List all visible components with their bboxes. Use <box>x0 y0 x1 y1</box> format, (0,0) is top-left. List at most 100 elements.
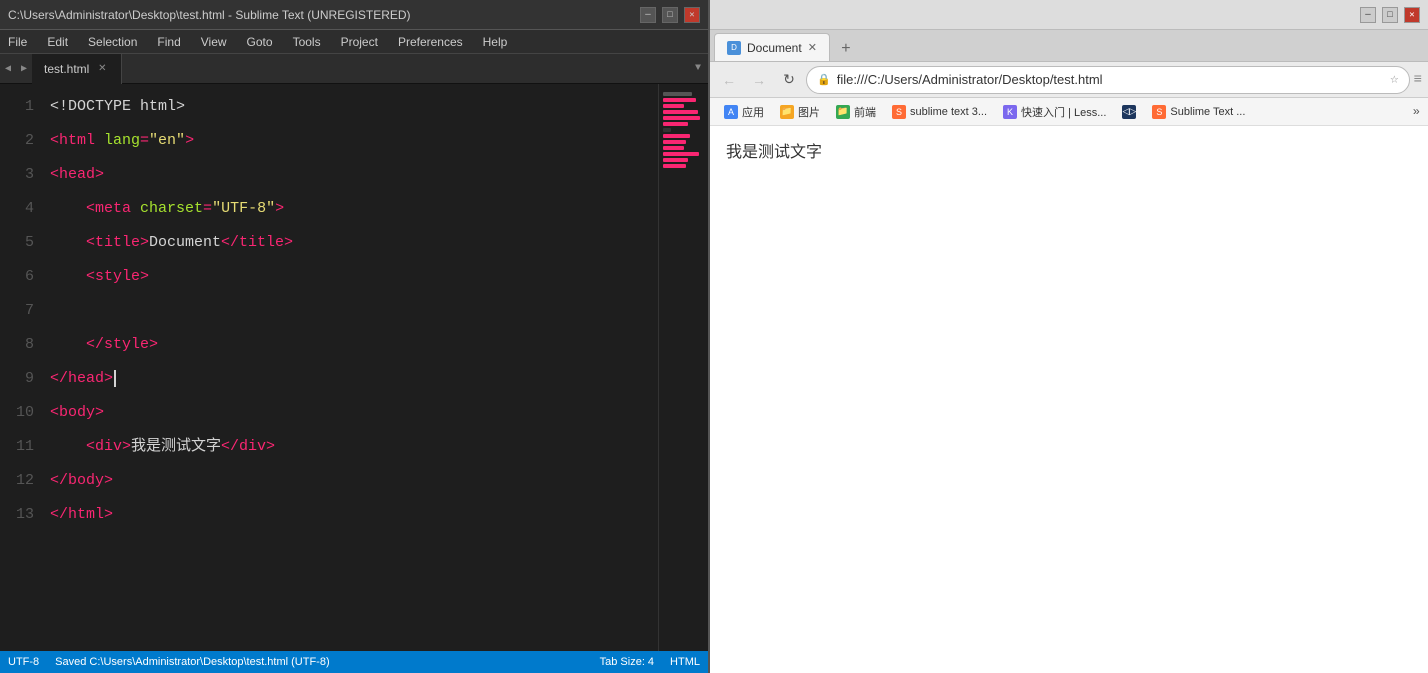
bookmark-sublime[interactable]: S sublime text 3... <box>886 101 993 123</box>
menu-view[interactable]: View <box>197 33 231 51</box>
bookmark-apps-label: 应用 <box>742 104 764 120</box>
bookmark-apps[interactable]: A 应用 <box>718 101 770 123</box>
editor-tab-testhtml[interactable]: test.html ✕ <box>32 54 122 84</box>
browser-tab-close-button[interactable]: ✕ <box>808 41 817 54</box>
menu-project[interactable]: Project <box>337 33 382 51</box>
bookmark-images-label: 图片 <box>798 104 820 120</box>
bookmark-kuai[interactable]: K 快速入门 | Less... <box>997 101 1112 123</box>
editor-titlebar-buttons: ─ □ ✕ <box>640 7 700 23</box>
browser-forward-button[interactable]: → <box>746 67 772 93</box>
code-line-7 <box>50 294 658 328</box>
browser-refresh-button[interactable]: ↻ <box>776 67 802 93</box>
editor-close-button[interactable]: ✕ <box>684 7 700 23</box>
bookmark-less[interactable]: ◁▷ <box>1116 101 1142 123</box>
tab-menu-button[interactable]: ▼ <box>688 54 708 84</box>
address-lock-icon: 🔒 <box>817 73 831 87</box>
tab-close-button[interactable]: ✕ <box>95 62 109 76</box>
code-line-12: </body> <box>50 464 658 498</box>
bookmark-less-icon: ◁▷ <box>1122 105 1136 119</box>
bookmark-sublime2[interactable]: S Sublime Text ... <box>1146 101 1251 123</box>
menu-find[interactable]: Find <box>153 33 184 51</box>
browser-new-tab-button[interactable]: + <box>834 37 858 61</box>
code-line-9: </head> <box>50 362 658 396</box>
menu-goto[interactable]: Goto <box>243 33 277 51</box>
page-content-text: 我是测试文字 <box>726 138 1412 162</box>
tab-next-arrow[interactable]: ▶ <box>16 54 32 84</box>
bookmark-kuai-label: 快速入门 | Less... <box>1021 104 1106 120</box>
editor-title: C:\Users\Administrator\Desktop\test.html… <box>8 8 411 22</box>
minimap-line <box>663 104 684 108</box>
tab-prev-arrow[interactable]: ◀ <box>0 54 16 84</box>
bookmark-sublime-label: sublime text 3... <box>910 106 987 118</box>
browser-maximize-button[interactable]: □ <box>1382 7 1398 23</box>
bookmark-sublime-icon: S <box>892 105 906 119</box>
editor-code-area[interactable]: 1 2 3 4 5 6 7 8 9 10 11 12 13 <!DOCTYPE … <box>0 84 708 651</box>
code-line-11: <div>我是测试文字</div> <box>50 430 658 464</box>
menu-preferences[interactable]: Preferences <box>394 33 467 51</box>
statusbar-encoding: UTF-8 <box>8 656 39 668</box>
statusbar-right: Tab Size: 4 HTML <box>600 656 700 668</box>
menu-edit[interactable]: Edit <box>43 33 72 51</box>
code-line-4: <meta charset="UTF-8"> <box>50 192 658 226</box>
minimap-line <box>663 152 699 156</box>
code-line-10: <body> <box>50 396 658 430</box>
minimap-line <box>663 122 688 126</box>
code-line-1: <!DOCTYPE html> <box>50 90 658 124</box>
minimap-line <box>663 140 686 144</box>
bookmarks-more-button[interactable]: » <box>1413 105 1420 119</box>
minimap-line <box>663 146 684 150</box>
minimap-content <box>659 84 708 176</box>
minimap-line <box>663 98 696 102</box>
browser-navbar: ← → ↻ 🔒 ☆ ≡ <box>710 62 1428 98</box>
bookmark-images[interactable]: 📁 图片 <box>774 101 826 123</box>
bookmark-sublime2-label: Sublime Text ... <box>1170 106 1245 118</box>
bookmark-qian-label: 前端 <box>854 104 876 120</box>
statusbar-saved: Saved C:\Users\Administrator\Desktop\tes… <box>55 656 329 668</box>
browser-minimize-button[interactable]: ─ <box>1360 7 1376 23</box>
editor-tabbar: ◀ ▶ test.html ✕ ▼ <box>0 54 708 84</box>
browser-content: 我是测试文字 <box>710 126 1428 673</box>
browser-tabs: D Document ✕ + <box>710 30 1428 62</box>
code-line-6: <style> <box>50 260 658 294</box>
address-bar-container[interactable]: 🔒 ☆ <box>806 66 1410 94</box>
browser-tab-document[interactable]: D Document ✕ <box>714 33 830 61</box>
code-line-8: </style> <box>50 328 658 362</box>
minimap-line <box>663 110 698 114</box>
editor-panel: C:\Users\Administrator\Desktop\test.html… <box>0 0 710 673</box>
minimap-line <box>663 92 692 96</box>
menu-help[interactable]: Help <box>479 33 512 51</box>
statusbar-syntax[interactable]: HTML <box>670 656 700 668</box>
bookmark-sublime2-icon: S <box>1152 105 1166 119</box>
statusbar-tabsize[interactable]: Tab Size: 4 <box>600 656 654 668</box>
browser-titlebar: ─ □ ✕ <box>710 0 1428 30</box>
code-line-3: <head> <box>50 158 658 192</box>
bookmark-apps-icon: A <box>724 105 738 119</box>
tab-label: test.html <box>44 62 89 76</box>
browser-menu-button[interactable]: ≡ <box>1414 72 1422 88</box>
code-line-5: <title>Document</title> <box>50 226 658 260</box>
menu-tools[interactable]: Tools <box>289 33 325 51</box>
bookmarks-bar: A 应用 📁 图片 📁 前端 S sublime text 3... K 快速入… <box>710 98 1428 126</box>
minimap-line <box>663 134 690 138</box>
bookmark-qian[interactable]: 📁 前端 <box>830 101 882 123</box>
editor-maximize-button[interactable]: □ <box>662 7 678 23</box>
minimap-line <box>663 116 700 120</box>
address-star-icon[interactable]: ☆ <box>1390 71 1398 88</box>
browser-panel: ─ □ ✕ D Document ✕ + ← → ↻ 🔒 ☆ ≡ A 应用 📁 … <box>710 0 1428 673</box>
menu-file[interactable]: File <box>4 33 31 51</box>
bookmark-kuai-icon: K <box>1003 105 1017 119</box>
browser-close-button[interactable]: ✕ <box>1404 7 1420 23</box>
code-content[interactable]: <!DOCTYPE html> <html lang="en"> <head> … <box>42 84 658 651</box>
address-bar-input[interactable] <box>837 72 1384 87</box>
browser-back-button[interactable]: ← <box>716 67 742 93</box>
browser-tab-icon: D <box>727 41 741 55</box>
minimap-line <box>663 128 671 132</box>
minimap-line <box>663 158 688 162</box>
browser-tab-label: Document <box>747 41 802 55</box>
editor-menubar: File Edit Selection Find View Goto Tools… <box>0 30 708 54</box>
bookmark-qian-icon: 📁 <box>836 105 850 119</box>
editor-statusbar: UTF-8 Saved C:\Users\Administrator\Deskt… <box>0 651 708 673</box>
menu-selection[interactable]: Selection <box>84 33 141 51</box>
editor-minimize-button[interactable]: ─ <box>640 7 656 23</box>
code-line-2: <html lang="en"> <box>50 124 658 158</box>
